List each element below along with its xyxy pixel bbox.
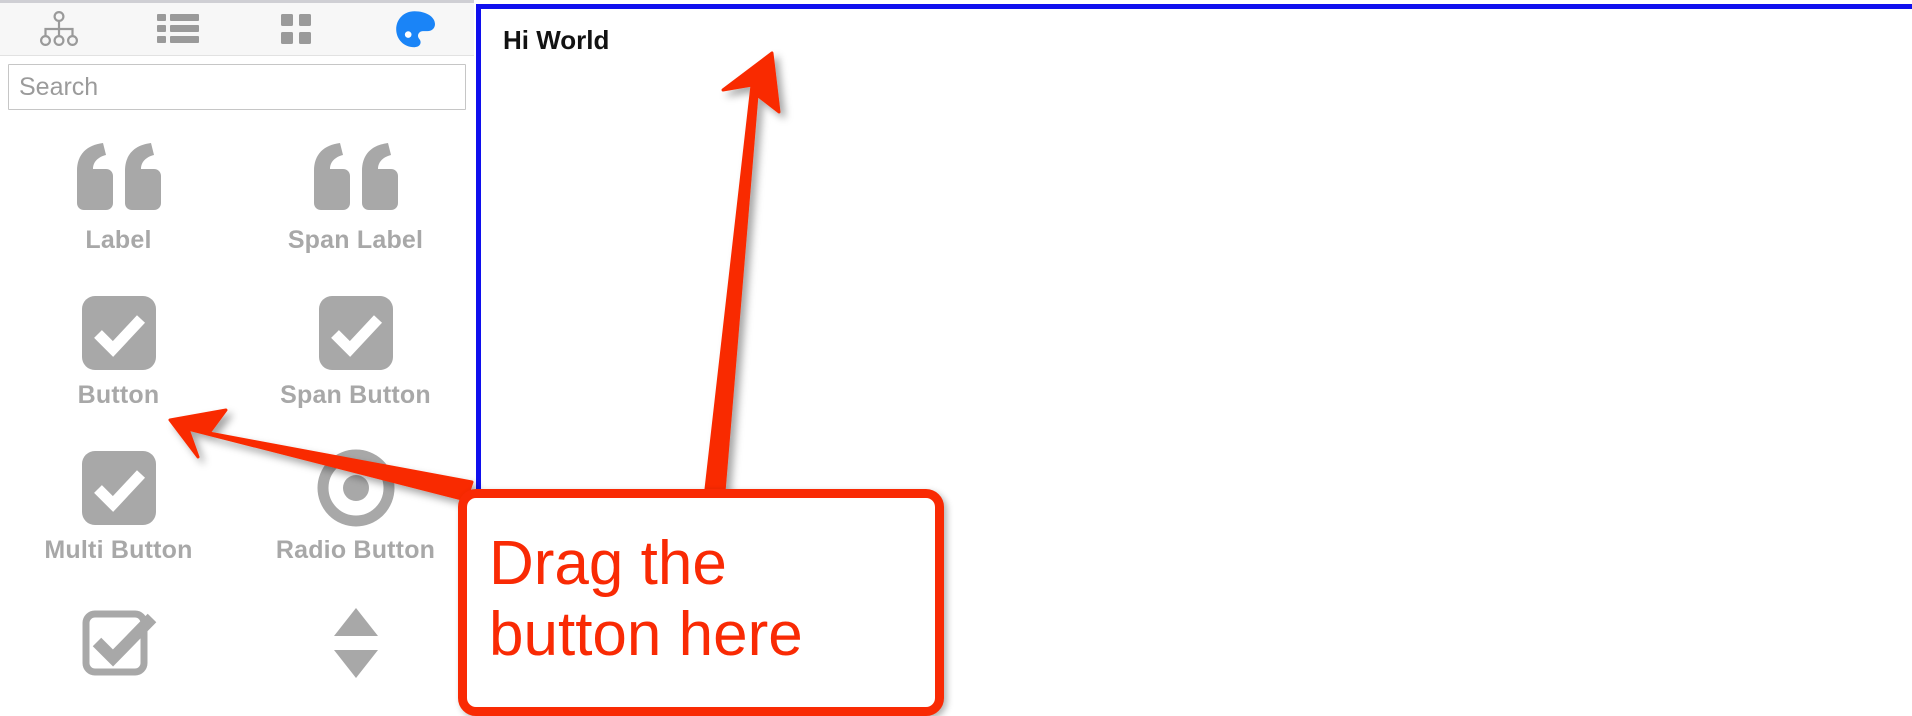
widget-item-span-label[interactable]: Span Label [237,128,474,283]
checkbox-filled-icon [80,438,158,538]
widget-item-label[interactable]: Label [0,128,237,283]
search-container [0,56,474,110]
widget-label-text: Span Label [287,226,424,254]
palette-tab-list[interactable] [119,3,238,55]
checkbox-filled-icon [80,283,158,383]
widget-item-radio-button[interactable]: Radio Button [237,438,474,593]
widget-item-span-button[interactable]: Span Button [237,283,474,438]
palette-toolbar [0,0,474,56]
checkbox-filled-icon [317,283,395,383]
widget-label-text: Span Button [280,381,431,409]
form-builder-app: Label Span Label [0,0,1912,716]
widget-item-multi-button[interactable]: Multi Button [0,438,237,593]
widget-item-spinner[interactable] [237,593,474,716]
widget-item-button[interactable]: Button [0,283,237,438]
radio-icon [317,438,395,538]
widget-label-text: Label [85,226,152,254]
list-icon [156,12,199,46]
widget-label-text: Radio Button [275,536,436,564]
form-canvas[interactable]: Hi World [476,4,1912,716]
widget-label-text: Button [77,381,160,409]
palette-tab-theme[interactable] [356,3,475,55]
quote-icon [73,128,165,228]
palette-tab-grid[interactable] [237,3,356,55]
palette-tab-hierarchy[interactable] [0,3,119,55]
hierarchy-icon [38,11,80,47]
widget-label-text: Multi Button [44,536,193,564]
quote-icon [310,128,402,228]
widget-item-checkbox[interactable] [0,593,237,716]
palette-icon [394,9,436,49]
search-input[interactable] [8,64,466,110]
checkbox-outline-icon [80,593,158,693]
widget-grid: Label Span Label Button Span Button Mult… [0,110,474,716]
grid-icon [281,14,312,44]
canvas-label-hi-world: Hi World [503,25,610,55]
widget-palette-panel: Label Span Label [0,0,474,716]
spinner-arrows-icon [324,593,388,693]
